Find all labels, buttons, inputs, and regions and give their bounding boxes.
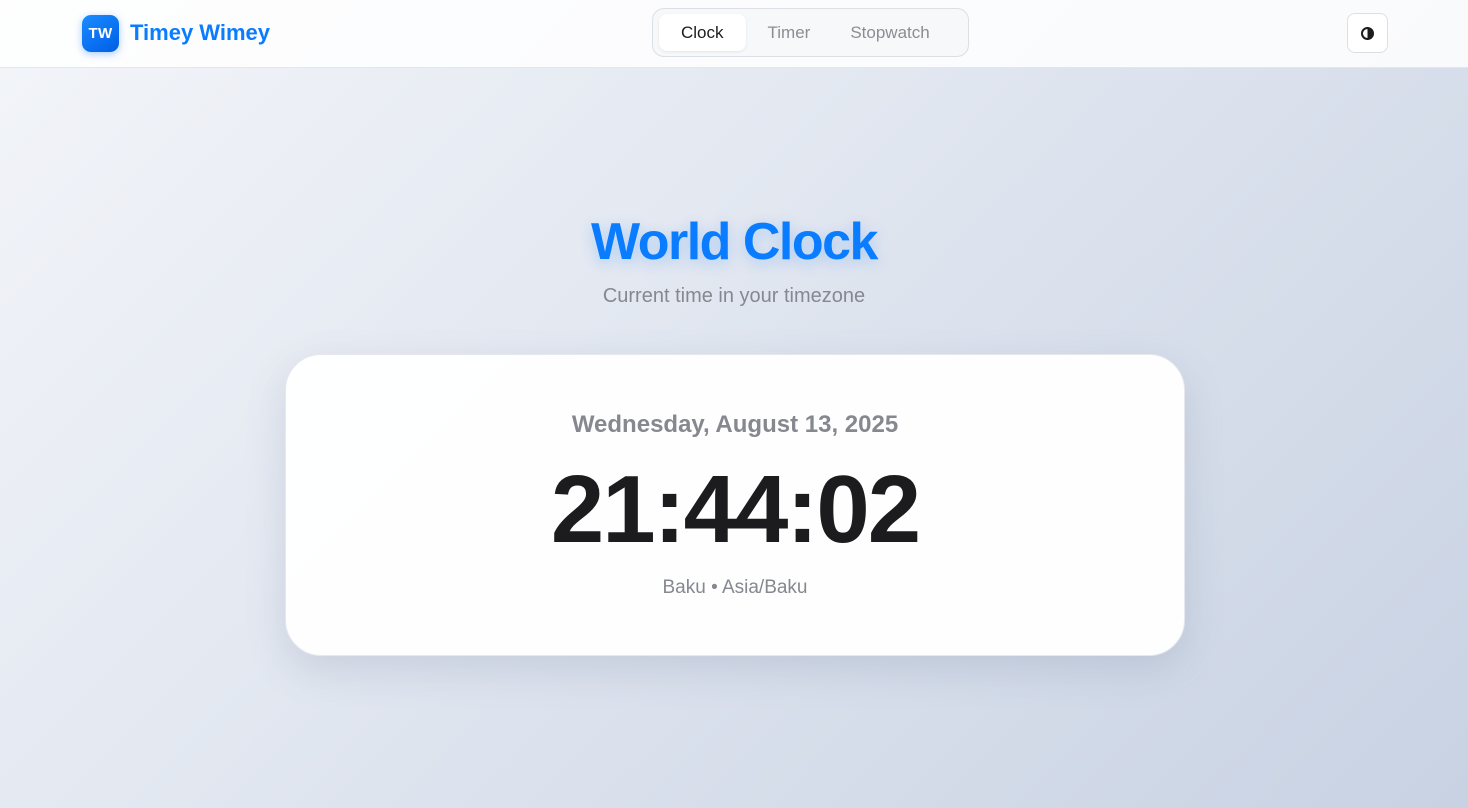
top-header: TW Timey Wimey Clock Timer Stopwatch [0,0,1468,68]
brand-name: Timey Wimey [130,20,271,45]
current-date: Wednesday, August 13, 2025 [571,411,899,438]
contrast-icon [1361,26,1374,40]
theme-toggle-button[interactable] [1347,13,1388,53]
tab-timer[interactable]: Timer [750,14,829,51]
page-subtitle: Current time in your timezone [602,285,866,307]
current-time: 21:44:02 [550,456,921,563]
brand-home-link[interactable]: TW Timey Wimey [82,14,270,52]
clock-card: Wednesday, August 13, 2025 21:44:02 Baku… [285,354,1185,656]
tab-stopwatch[interactable]: Stopwatch [832,14,947,51]
timezone-label: Baku • Asia/Baku [662,577,808,598]
mode-tabs: Clock Timer Stopwatch [652,8,969,57]
page-title: World Clock [591,213,878,271]
brand-logo-icon: TW [82,14,119,52]
tab-clock[interactable]: Clock [659,14,746,51]
